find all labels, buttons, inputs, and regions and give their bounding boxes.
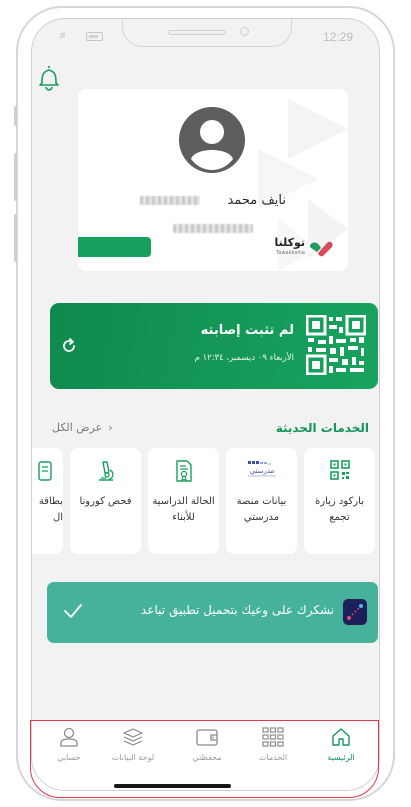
service-card-visit-barcode[interactable]: باركود زيارة تجمع — [304, 448, 375, 554]
home-indicator[interactable] — [114, 784, 231, 788]
nav-home[interactable]: الرئيسية — [308, 726, 374, 770]
view-all-link[interactable]: ‹ عرض الكل — [52, 421, 113, 434]
qr-code-icon[interactable] — [306, 315, 366, 375]
service-card-children-study-status[interactable]: الحالة الدراسية للأبناء — [148, 448, 219, 554]
health-status-card[interactable]: لم تثبت إصابته الأربعاء ٠٩ ديسمبر، ١٢:٣٤… — [50, 303, 378, 389]
silent-switch — [14, 106, 17, 126]
service-label: الحالة الدراسية للأبناء — [152, 496, 215, 523]
chevron-left-icon: ‹ — [108, 421, 113, 434]
tawakkalna-mark-icon — [310, 241, 333, 257]
svg-text:مدرستي: مدرستي — [249, 467, 274, 475]
phone-screen: .ııl 12:29 نايف محمد توكلنا Tawakkalna ل… — [31, 18, 380, 791]
refresh-icon[interactable] — [60, 337, 78, 355]
service-card-partial[interactable]: بطاقة ال — [32, 448, 63, 554]
tawakkalna-logo: توكلنا Tawakkalna — [274, 237, 334, 259]
service-label: بيانات منصة مدرستي — [236, 496, 287, 523]
status-time: 12:29 — [322, 30, 353, 44]
health-status-title: لم تثبت إصابته — [200, 323, 294, 338]
volume-down-button — [14, 214, 17, 262]
qr-icon — [329, 460, 350, 480]
card-icon — [37, 461, 52, 481]
service-card-madrasati[interactable]: مدرستي بيانات منصة مدرستي — [226, 448, 297, 554]
toast-message: نشكرك على وعيك بتحميل تطبيق تباعد — [141, 603, 334, 617]
view-all-label: عرض الكل — [52, 421, 103, 434]
nav-wallet[interactable]: محفظتي — [174, 726, 240, 770]
notification-toast[interactable]: نشكرك على وعيك بتحميل تطبيق تباعد — [47, 582, 378, 643]
check-icon[interactable] — [63, 602, 83, 620]
nav-label: محفظتي — [192, 753, 222, 762]
tabaud-app-icon — [343, 599, 367, 625]
home-icon — [332, 728, 350, 746]
services-carousel[interactable]: باركود زيارة تجمع مدرستي بيانات منصة مدر… — [32, 448, 379, 554]
service-card-corona-test[interactable]: فحص كورونا — [70, 448, 141, 554]
nav-account[interactable]: حسابي — [36, 726, 102, 770]
layers-icon — [123, 728, 143, 746]
nav-label: لوحة البيانات — [111, 753, 155, 762]
recent-services-title: الخدمات الحديثة — [275, 421, 369, 435]
service-label: بطاقة ال — [38, 496, 63, 523]
madrasati-logo: مدرستي — [247, 461, 276, 477]
user-icon — [60, 727, 78, 747]
bottom-navigation: الرئيسية الخدمات محفظتي لوحة البيانات حس… — [32, 720, 379, 790]
nav-label: الخدمات — [258, 753, 288, 762]
service-label: فحص كورونا — [79, 496, 132, 507]
signal-icon: .ııl — [58, 31, 65, 41]
notch — [122, 19, 292, 47]
status-bar: .ııl 12:29 — [32, 19, 379, 49]
blurred-name — [140, 196, 200, 205]
nav-dashboard[interactable]: لوحة البيانات — [100, 726, 166, 770]
health-status-date: الأربعاء ٠٩ ديسمبر، ١٢:٣٤ م — [194, 353, 294, 363]
speaker — [168, 30, 226, 35]
battery-icon — [86, 32, 103, 41]
avatar — [179, 107, 245, 173]
nav-services[interactable]: الخدمات — [240, 726, 306, 770]
blurred-id-number — [173, 224, 253, 233]
service-label: باركود زيارة تجمع — [315, 496, 364, 523]
card-status-bar — [78, 237, 151, 257]
microscope-icon — [98, 461, 114, 481]
volume-up-button — [14, 153, 17, 201]
grid-icon — [262, 727, 284, 747]
wallet-icon — [196, 729, 218, 746]
bell-icon[interactable] — [38, 63, 60, 91]
nav-label: الرئيسية — [327, 753, 355, 762]
document-badge-icon — [175, 460, 192, 482]
identity-card[interactable]: نايف محمد توكلنا Tawakkalna — [78, 89, 348, 271]
camera — [240, 27, 249, 36]
user-name: نايف محمد — [227, 193, 286, 208]
nav-label: حسابي — [57, 753, 81, 762]
